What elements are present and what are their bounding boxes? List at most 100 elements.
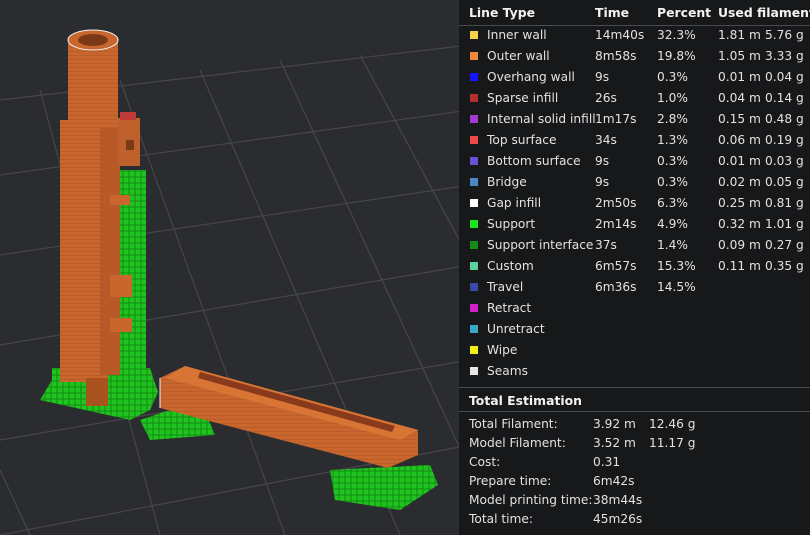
line-type-time: 37s (595, 238, 617, 252)
line-type-row[interactable]: Wipe (459, 340, 810, 361)
line-type-length: 0.09 m (718, 238, 761, 252)
line-type-time: 1m17s (595, 112, 637, 126)
line-type-percent: 15.3% (657, 259, 696, 273)
line-type-row[interactable]: Top surface 34s 1.3% 0.06 m 0.19 g (459, 130, 810, 151)
line-type-length: 0.06 m (718, 133, 761, 147)
line-type-label: Top surface (487, 133, 557, 147)
line-type-label: Gap infill (487, 196, 542, 210)
line-type-time: 6m57s (595, 259, 637, 273)
line-type-row[interactable]: Inner wall 14m40s 32.3% 1.81 m 5.76 g (459, 25, 810, 46)
line-type-label: Bridge (487, 175, 527, 189)
line-type-percent: 0.3% (657, 175, 688, 189)
line-type-percent: 2.8% (657, 112, 688, 126)
total-label: Prepare time: (469, 474, 552, 488)
line-type-row[interactable]: Outer wall 8m58s 19.8% 1.05 m 3.33 g (459, 46, 810, 67)
line-type-color-swatch (470, 367, 478, 375)
line-type-label: Bottom surface (487, 154, 581, 168)
line-type-color-swatch (470, 304, 478, 312)
line-type-row[interactable]: Internal solid infill 1m17s 2.8% 0.15 m 0.48… (459, 109, 810, 130)
header-percent: Percent (657, 5, 712, 20)
line-type-label: Support (487, 217, 536, 231)
line-type-row[interactable]: Gap infill 2m50s 6.3% 0.25 m 0.81 g (459, 193, 810, 214)
total-row: Total Filament: 3.92 m 12.46 g (459, 417, 810, 436)
line-type-percent: 4.9% (657, 217, 688, 231)
line-type-weight: 0.81 g (765, 196, 804, 210)
line-type-row[interactable]: Support interface 37s 1.4% 0.09 m 0.27 g (459, 235, 810, 256)
line-type-weight: 0.27 g (765, 238, 804, 252)
header-time: Time (595, 5, 630, 20)
total-value: 38m44s (593, 493, 643, 507)
total-label: Cost: (469, 455, 501, 469)
line-type-time: 9s (595, 70, 610, 84)
line-type-weight: 3.33 g (765, 49, 804, 63)
line-type-percent: 1.0% (657, 91, 688, 105)
totals-divider (459, 387, 810, 388)
line-type-color-swatch (470, 220, 478, 228)
total-value-secondary: 11.17 g (649, 436, 696, 450)
line-type-weight: 0.19 g (765, 133, 804, 147)
line-type-color-swatch (470, 115, 478, 123)
total-label: Total time: (469, 512, 533, 526)
line-type-percent: 1.4% (657, 238, 688, 252)
line-type-time: 6m36s (595, 280, 637, 294)
totals-title-divider (459, 411, 810, 412)
total-value: 3.52 m (593, 436, 636, 450)
line-type-length: 1.05 m (718, 49, 761, 63)
total-value-secondary: 12.46 g (649, 417, 696, 431)
line-type-color-swatch (470, 262, 478, 270)
total-estimation-title: Total Estimation (469, 393, 582, 408)
line-type-time: 34s (595, 133, 617, 147)
header-line-type: Line Type (469, 5, 536, 20)
line-type-label: Custom (487, 259, 534, 273)
line-type-row[interactable]: Support 2m14s 4.9% 0.32 m 1.01 g (459, 214, 810, 235)
line-type-color-swatch (470, 346, 478, 354)
line-type-row[interactable]: Seams (459, 361, 810, 382)
line-type-weight: 0.48 g (765, 112, 804, 126)
line-type-label: Internal solid infill (487, 112, 596, 126)
bar-model (140, 366, 438, 510)
tower-model (40, 29, 158, 420)
line-type-color-swatch (470, 283, 478, 291)
line-type-percent: 19.8% (657, 49, 696, 63)
line-type-row[interactable]: Custom 6m57s 15.3% 0.11 m 0.35 g (459, 256, 810, 277)
line-type-row[interactable]: Overhang wall 9s 0.3% 0.01 m 0.04 g (459, 67, 810, 88)
line-type-row[interactable]: Sparse infill 26s 1.0% 0.04 m 0.14 g (459, 88, 810, 109)
line-type-weight: 0.04 g (765, 70, 804, 84)
line-type-weight: 0.35 g (765, 259, 804, 273)
line-type-row[interactable]: Bridge 9s 0.3% 0.02 m 0.05 g (459, 172, 810, 193)
total-row: Total time: 45m26s (459, 512, 810, 531)
total-value: 3.92 m (593, 417, 636, 431)
line-type-row[interactable]: Travel 6m36s 14.5% (459, 277, 810, 298)
line-type-color-swatch (470, 94, 478, 102)
line-type-weight: 0.03 g (765, 154, 804, 168)
line-type-length: 0.32 m (718, 217, 761, 231)
line-type-color-swatch (470, 157, 478, 165)
line-type-length: 0.01 m (718, 154, 761, 168)
line-type-length: 0.04 m (718, 91, 761, 105)
total-row: Model Filament: 3.52 m 11.17 g (459, 436, 810, 455)
line-type-time: 26s (595, 91, 617, 105)
line-type-color-swatch (470, 241, 478, 249)
total-label: Total Filament: (469, 417, 558, 431)
total-row: Cost: 0.31 (459, 455, 810, 474)
line-type-color-swatch (470, 31, 478, 39)
line-type-weight: 0.14 g (765, 91, 804, 105)
line-type-weight: 0.05 g (765, 175, 804, 189)
line-type-color-swatch (470, 199, 478, 207)
line-type-percent: 0.3% (657, 70, 688, 84)
line-type-label: Wipe (487, 343, 518, 357)
line-type-row[interactable]: Unretract (459, 319, 810, 340)
line-type-row[interactable]: Retract (459, 298, 810, 319)
total-label: Model printing time: (469, 493, 593, 507)
line-type-length: 0.15 m (718, 112, 761, 126)
line-type-label: Retract (487, 301, 532, 315)
total-label: Model Filament: (469, 436, 566, 450)
line-type-time: 9s (595, 154, 610, 168)
line-type-label: Support interface (487, 238, 594, 252)
line-type-color-swatch (470, 178, 478, 186)
line-type-label: Unretract (487, 322, 545, 336)
line-type-row[interactable]: Bottom surface 9s 0.3% 0.01 m 0.03 g (459, 151, 810, 172)
line-type-length: 0.11 m (718, 259, 761, 273)
line-type-length: 0.02 m (718, 175, 761, 189)
gcode-statistics-panel: Line Type Time Percent Used filament Inn… (459, 0, 810, 535)
